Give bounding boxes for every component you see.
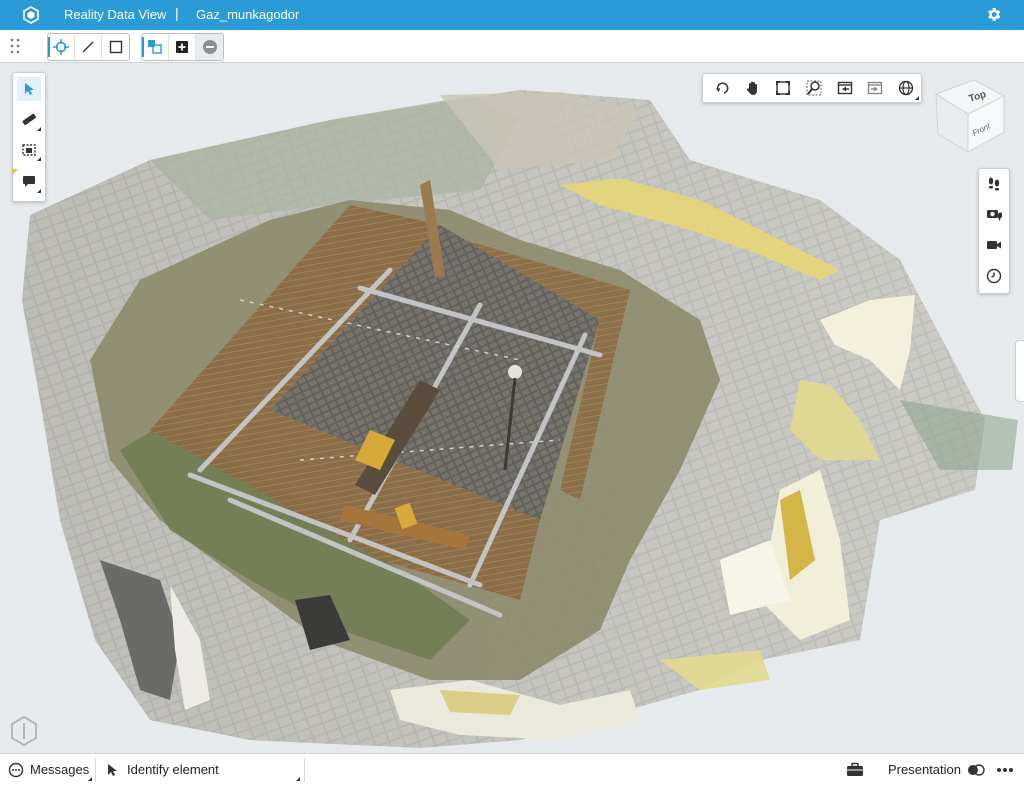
title-bar: Reality Data View | Gaz_munkagodor <box>0 0 1024 30</box>
remove-from-selection-button[interactable] <box>196 34 223 60</box>
next-view-icon <box>867 81 883 95</box>
drag-grip-icon[interactable] <box>10 38 20 54</box>
clip-volume-icon <box>22 144 36 156</box>
side-panel-handle[interactable] <box>1015 340 1024 402</box>
fit-view-icon <box>776 81 791 95</box>
fit-view-button[interactable] <box>768 75 799 101</box>
rotate-icon <box>716 82 729 94</box>
messages-expand-corner <box>88 777 92 781</box>
next-view-button[interactable] <box>860 75 891 101</box>
identify-expand-corner <box>296 777 300 781</box>
pan-icon <box>746 81 757 95</box>
north-arrow-icon <box>11 715 37 747</box>
presentation-icon <box>968 763 985 776</box>
app-name: Reality Data View <box>64 7 167 22</box>
status-divider <box>304 758 305 782</box>
select-point-button[interactable] <box>48 34 75 60</box>
zoom-window-button[interactable] <box>799 75 830 101</box>
annotation-icon <box>23 176 35 187</box>
navigation-cube[interactable]: Top Front <box>930 74 1010 156</box>
app-logo-icon <box>23 6 39 24</box>
zoom-window-icon <box>806 80 822 96</box>
select-point-icon <box>53 39 69 55</box>
briefcase-icon <box>847 762 863 776</box>
video-camera-icon <box>987 241 1001 249</box>
camera-location-button[interactable] <box>982 202 1006 226</box>
messages-icon <box>8 762 24 777</box>
line-icon <box>82 41 94 53</box>
title-separator: | <box>175 5 179 21</box>
identify-element-label: Identify element <box>127 762 219 777</box>
identify-element-button[interactable]: Identify element <box>105 754 219 785</box>
briefcase-button[interactable] <box>846 754 864 785</box>
remove-icon <box>202 40 217 54</box>
more-icon <box>997 767 1013 772</box>
active-marker <box>12 169 18 175</box>
status-divider <box>95 758 96 782</box>
camera-location-icon <box>987 210 1002 221</box>
fence-select-icon <box>148 40 162 54</box>
pan-view-button[interactable] <box>738 75 769 101</box>
3d-viewport[interactable] <box>0 63 1024 753</box>
pointer-icon <box>25 83 34 95</box>
geo-location-button[interactable] <box>890 75 921 101</box>
status-bar: Messages Identify element Presentation <box>0 753 1024 785</box>
messages-button[interactable]: Messages <box>8 754 89 785</box>
document-name: Gaz_munkagodor <box>196 7 300 22</box>
presentation-button[interactable]: Presentation <box>888 754 985 785</box>
walk-button[interactable] <box>982 172 1006 196</box>
rotate-view-button[interactable] <box>707 75 738 101</box>
geo-location-icon <box>898 80 913 96</box>
clock-icon <box>986 268 1002 284</box>
add-to-selection-button[interactable] <box>169 34 196 60</box>
timeline-button[interactable] <box>982 264 1006 288</box>
add-icon <box>176 41 188 53</box>
left-tool-panel <box>12 72 46 202</box>
annotation-button[interactable] <box>17 169 41 193</box>
view-tools-toolbar <box>702 73 922 103</box>
previous-view-icon <box>837 81 852 95</box>
fence-select-button[interactable] <box>142 34 169 60</box>
gear-icon[interactable] <box>985 6 1002 23</box>
measure-icon <box>22 113 37 126</box>
reality-mesh-render <box>22 90 1018 748</box>
selection-modifier-group <box>141 33 224 61</box>
box-select-button[interactable] <box>102 34 129 60</box>
measure-tool-button[interactable] <box>17 107 41 131</box>
messages-label: Messages <box>30 762 90 777</box>
video-camera-button[interactable] <box>982 233 1006 257</box>
previous-view-button[interactable] <box>829 75 860 101</box>
select-tool-button[interactable] <box>17 77 41 101</box>
selection-mode-group <box>47 33 130 61</box>
presentation-label: Presentation <box>888 762 961 777</box>
rectangle-icon <box>109 40 122 54</box>
right-tool-panel <box>978 168 1010 294</box>
line-select-button[interactable] <box>75 34 102 60</box>
clip-volume-button[interactable] <box>17 137 41 161</box>
walk-icon <box>988 177 1000 191</box>
pointer-icon <box>108 763 117 776</box>
main-toolbar <box>0 30 1024 63</box>
more-options-button[interactable] <box>996 754 1014 785</box>
